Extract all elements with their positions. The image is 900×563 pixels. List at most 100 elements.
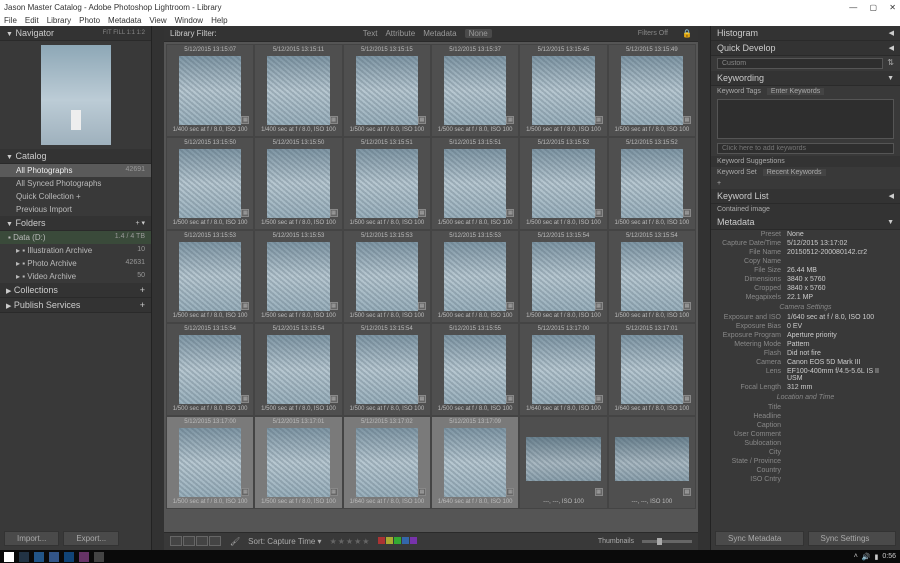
folder-illustration[interactable]: ▸ ▪ Illustration Archive10 — [0, 244, 151, 257]
thumbnail-cell[interactable]: 5/12/2015 13:15:53▦1/500 sec at f / 8.0,… — [343, 230, 431, 323]
menu-library[interactable]: Library — [47, 16, 71, 25]
menu-window[interactable]: Window — [175, 16, 203, 25]
menu-help[interactable]: Help — [211, 16, 227, 25]
filter-none[interactable]: None — [465, 29, 492, 38]
volume-header[interactable]: ▪ Data (D:)1.4 / 4 TB — [0, 231, 151, 244]
catalog-synced[interactable]: All Synced Photographs — [0, 177, 151, 190]
thumbnail-cell[interactable]: 5/12/2015 13:15:51▦1/500 sec at f / 8.0,… — [343, 137, 431, 230]
keywordlist-header[interactable]: Keyword List ◀ — [711, 189, 900, 204]
navigator-preview[interactable] — [0, 41, 151, 149]
menu-edit[interactable]: Edit — [25, 16, 39, 25]
keyword-mode[interactable]: Enter Keywords — [767, 88, 824, 95]
catalog-quick[interactable]: Quick Collection + — [0, 190, 151, 203]
folders-header[interactable]: ▼ Folders+ ▾ — [0, 216, 151, 231]
taskbar-app-icon[interactable] — [19, 552, 29, 562]
thumbnail-cell[interactable]: 5/12/2015 13:15:54▦1/500 sec at f / 8.0,… — [166, 323, 254, 416]
keyword-suggestions[interactable]: Keyword Suggestions — [711, 156, 900, 167]
catalog-previous[interactable]: Previous Import — [0, 203, 151, 216]
thumbnail-cell[interactable]: 5/12/2015 13:15:45▦1/500 sec at f / 8.0,… — [519, 44, 607, 137]
menu-file[interactable]: File — [4, 16, 17, 25]
menu-metadata[interactable]: Metadata — [108, 16, 141, 25]
thumbnail-cell[interactable]: ▦---, ---, ISO 100 — [519, 416, 607, 509]
folder-video[interactable]: ▸ ▪ Video Archive50 — [0, 270, 151, 283]
grid-view-icon[interactable] — [170, 536, 182, 546]
thumb-size-slider[interactable] — [642, 540, 692, 543]
thumbnail-cell[interactable]: 5/12/2015 13:15:15▦1/500 sec at f / 8.0,… — [343, 44, 431, 137]
painter-icon[interactable]: 🖌 — [230, 537, 240, 546]
taskbar-app-icon[interactable] — [79, 552, 89, 562]
collections-header[interactable]: ▶ Collections+ — [0, 283, 151, 298]
thumbnail-cell[interactable]: 5/12/2015 13:17:01▦1/640 sec at f / 8.0,… — [608, 323, 696, 416]
tray-chevron-icon[interactable]: ˄ — [854, 553, 858, 560]
volume-icon[interactable]: 🔊 — [862, 553, 871, 561]
thumbnail-cell[interactable]: 5/12/2015 13:15:54▦1/500 sec at f / 8.0,… — [519, 230, 607, 323]
minimize-icon[interactable]: — — [849, 3, 857, 12]
filter-attribute[interactable]: Attribute — [385, 29, 415, 38]
filter-metadata[interactable]: Metadata — [423, 29, 456, 38]
thumbnail-cell[interactable]: 5/12/2015 13:15:53▦1/500 sec at f / 8.0,… — [254, 230, 342, 323]
taskbar-app-icon[interactable] — [64, 552, 74, 562]
taskbar-app-icon[interactable] — [94, 552, 104, 562]
lock-icon[interactable]: 🔒 — [682, 29, 692, 38]
filter-text[interactable]: Text — [363, 29, 378, 38]
thumbnail-cell[interactable]: 5/12/2015 13:17:00▦1/500 sec at f / 8.0,… — [166, 416, 254, 509]
quickdev-header[interactable]: Quick Develop ◀ — [711, 41, 900, 56]
menu-photo[interactable]: Photo — [79, 16, 100, 25]
thumbnail-cell[interactable]: ▦---, ---, ISO 100 — [608, 416, 696, 509]
catalog-header[interactable]: ▼ Catalog — [0, 149, 151, 164]
thumbnail-cell[interactable]: 5/12/2015 13:15:54▦1/500 sec at f / 8.0,… — [254, 323, 342, 416]
network-icon[interactable]: ▮ — [875, 553, 879, 561]
survey-view-icon[interactable] — [209, 536, 221, 546]
thumbnail-cell[interactable]: 5/12/2015 13:15:54▦1/500 sec at f / 8.0,… — [608, 230, 696, 323]
color-labels[interactable] — [378, 537, 418, 546]
thumbnail-cell[interactable]: 5/12/2015 13:15:55▦1/500 sec at f / 8.0,… — [431, 323, 519, 416]
maximize-icon[interactable]: ▢ — [870, 3, 878, 12]
sync-settings-button[interactable]: Sync Settings — [808, 531, 897, 546]
thumbnail-cell[interactable]: 5/12/2015 13:15:51▦1/500 sec at f / 8.0,… — [431, 137, 519, 230]
export-button[interactable]: Export... — [63, 531, 119, 546]
thumbnail-cell[interactable]: 5/12/2015 13:15:37▦1/500 sec at f / 8.0,… — [431, 44, 519, 137]
sort-field[interactable]: Capture Time — [267, 537, 315, 546]
thumbnail-cell[interactable]: 5/12/2015 13:15:49▦1/500 sec at f / 8.0,… — [608, 44, 696, 137]
menu-view[interactable]: View — [149, 16, 166, 25]
thumbnail-cell[interactable]: 5/12/2015 13:15:50▦1/500 sec at f / 8.0,… — [166, 137, 254, 230]
navigator-header[interactable]: ▼ Navigator FIT FILL 1:1 1:2 — [0, 26, 151, 41]
thumbnail-cell[interactable]: 5/12/2015 13:17:09▦1/640 sec at f / 8.0,… — [431, 416, 519, 509]
thumbnail-cell[interactable]: 5/12/2015 13:15:11▦1/400 sec at f / 8.0,… — [254, 44, 342, 137]
thumbnail-cell[interactable]: 5/12/2015 13:15:52▦1/500 sec at f / 8.0,… — [519, 137, 607, 230]
metadata-row: Headline — [711, 412, 900, 421]
taskbar-app-icon[interactable] — [34, 552, 44, 562]
filters-off-label[interactable]: Filters Off — [638, 30, 668, 37]
thumbnail-cell[interactable]: 5/12/2015 13:15:52▦1/500 sec at f / 8.0,… — [608, 137, 696, 230]
compare-view-icon[interactable] — [196, 536, 208, 546]
quickdev-preset[interactable] — [717, 58, 883, 69]
chevron-icon[interactable]: ⇅ — [887, 58, 894, 69]
thumbnail-cell[interactable]: 5/12/2015 13:15:54▦1/500 sec at f / 8.0,… — [343, 323, 431, 416]
import-button[interactable]: Import... — [4, 531, 59, 546]
metadata-header[interactable]: Metadata ▼ — [711, 215, 900, 230]
metadata-row: Sublocation — [711, 439, 900, 448]
loupe-view-icon[interactable] — [183, 536, 195, 546]
keywording-header[interactable]: Keywording ▼ — [711, 71, 900, 86]
thumbnail-cell[interactable]: 5/12/2015 13:15:07▦1/400 sec at f / 8.0,… — [166, 44, 254, 137]
close-icon[interactable]: ✕ — [889, 3, 896, 12]
metadata-row: Exposure and ISO1/640 sec at f / 8.0, IS… — [711, 313, 900, 322]
thumbnail-cell[interactable]: 5/12/2015 13:15:53▦1/500 sec at f / 8.0,… — [166, 230, 254, 323]
taskbar-app-icon[interactable] — [49, 552, 59, 562]
publish-header[interactable]: ▶ Publish Services+ — [0, 298, 151, 313]
thumbnail-cell[interactable]: 5/12/2015 13:15:50▦1/500 sec at f / 8.0,… — [254, 137, 342, 230]
histogram-header[interactable]: Histogram ◀ — [711, 26, 900, 41]
thumbnail-cell[interactable]: 5/12/2015 13:17:00▦1/640 sec at f / 8.0,… — [519, 323, 607, 416]
thumbnail-cell[interactable]: 5/12/2015 13:17:01▦1/500 sec at f / 8.0,… — [254, 416, 342, 509]
rating-stars[interactable]: ★★★★★ — [330, 537, 371, 546]
start-icon[interactable] — [4, 552, 14, 562]
add-keywords-input[interactable] — [717, 143, 894, 154]
thumbnail-cell[interactable]: 5/12/2015 13:17:02▦1/640 sec at f / 8.0,… — [343, 416, 431, 509]
keyword-textarea[interactable] — [717, 99, 894, 139]
sync-metadata-button[interactable]: Sync Metadata — [715, 531, 804, 546]
thumbnail-cell[interactable]: 5/12/2015 13:15:53▦1/500 sec at f / 8.0,… — [431, 230, 519, 323]
metadata-preset[interactable]: None — [787, 231, 894, 238]
folder-photo[interactable]: ▸ ▪ Photo Archive42631 — [0, 257, 151, 270]
catalog-all-photos[interactable]: All Photographs42691 — [0, 164, 151, 177]
clock[interactable]: 0:56 — [882, 553, 896, 560]
